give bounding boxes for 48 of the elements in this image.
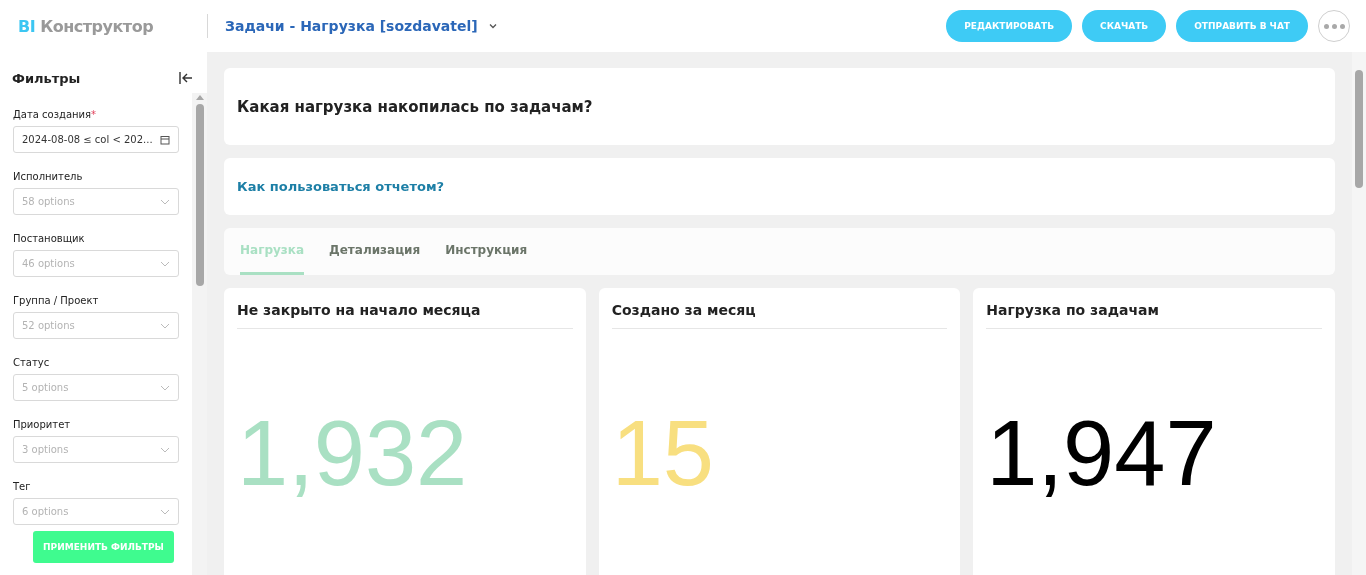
filters-title: Фильтры xyxy=(12,70,81,86)
tab[interactable]: Инструкция xyxy=(445,228,528,275)
tab[interactable]: Детализация xyxy=(329,228,421,275)
collapse-icon[interactable] xyxy=(179,72,193,84)
metric-value: 1,932 xyxy=(237,402,468,504)
more-button[interactable] xyxy=(1318,10,1350,42)
select-field[interactable]: 6 options xyxy=(13,498,179,525)
chevron-down-icon xyxy=(160,384,170,391)
metric-title: Создано за месяц xyxy=(611,288,948,329)
apply-filters-button[interactable]: ПРИМЕНИТЬ ФИЛЬТРЫ xyxy=(33,531,174,563)
select-field[interactable]: 58 options xyxy=(13,188,179,215)
filter-label: Тег xyxy=(13,481,31,492)
select-field[interactable]: 46 options xyxy=(13,250,179,277)
chevron-down-icon xyxy=(160,260,170,267)
scroll-up-icon[interactable] xyxy=(195,95,204,100)
header-button[interactable]: ОТПРАВИТЬ В ЧАТ xyxy=(1176,10,1308,42)
chevron-down-icon xyxy=(160,322,170,329)
scrollbar[interactable] xyxy=(192,93,207,575)
header-button[interactable]: РЕДАКТИРОВАТЬ xyxy=(946,10,1073,42)
caret-icon[interactable] xyxy=(487,21,498,31)
filter-label: Постановщик xyxy=(13,233,85,244)
filter-label: Исполнитель xyxy=(13,171,83,182)
metric-value: 1,947 xyxy=(986,402,1217,504)
filter-label: Дата создания xyxy=(13,109,92,120)
filter-label: Группа / Проект xyxy=(13,295,99,306)
chevron-down-icon xyxy=(160,446,170,453)
metric-title: Не закрыто на начало месяца xyxy=(237,288,573,329)
date-field[interactable]: 2024-08-08 ≤ col < 202... xyxy=(13,126,179,153)
question-heading: Какая нагрузка накопилась по задачам? xyxy=(237,97,593,116)
scrollbar-thumb[interactable] xyxy=(195,104,204,286)
scrollbar[interactable] xyxy=(1352,52,1366,575)
select-field[interactable]: 3 options xyxy=(13,436,179,463)
help-link[interactable]: Как пользоваться отчетом? xyxy=(237,179,445,194)
select-field[interactable]: 52 options xyxy=(13,312,179,339)
report-title: Задачи - Нагрузка [sozdavatel] xyxy=(225,18,478,34)
app-logo: BI Конструктор xyxy=(17,16,155,36)
metric-title: Нагрузка по задачам xyxy=(986,288,1322,329)
select-field[interactable]: 5 options xyxy=(13,374,179,401)
scrollbar-thumb[interactable] xyxy=(1355,70,1363,188)
chevron-down-icon xyxy=(160,198,170,205)
calendar-icon xyxy=(160,134,170,145)
chevron-down-icon xyxy=(160,508,170,515)
required-marker: * xyxy=(91,109,97,120)
filter-label: Статус xyxy=(13,357,50,368)
header-button[interactable]: СКАЧАТЬ xyxy=(1082,10,1167,42)
filter-label: Приоритет xyxy=(13,419,71,430)
metric-value: 15 xyxy=(611,402,714,504)
tab[interactable]: Нагрузка xyxy=(240,228,305,275)
